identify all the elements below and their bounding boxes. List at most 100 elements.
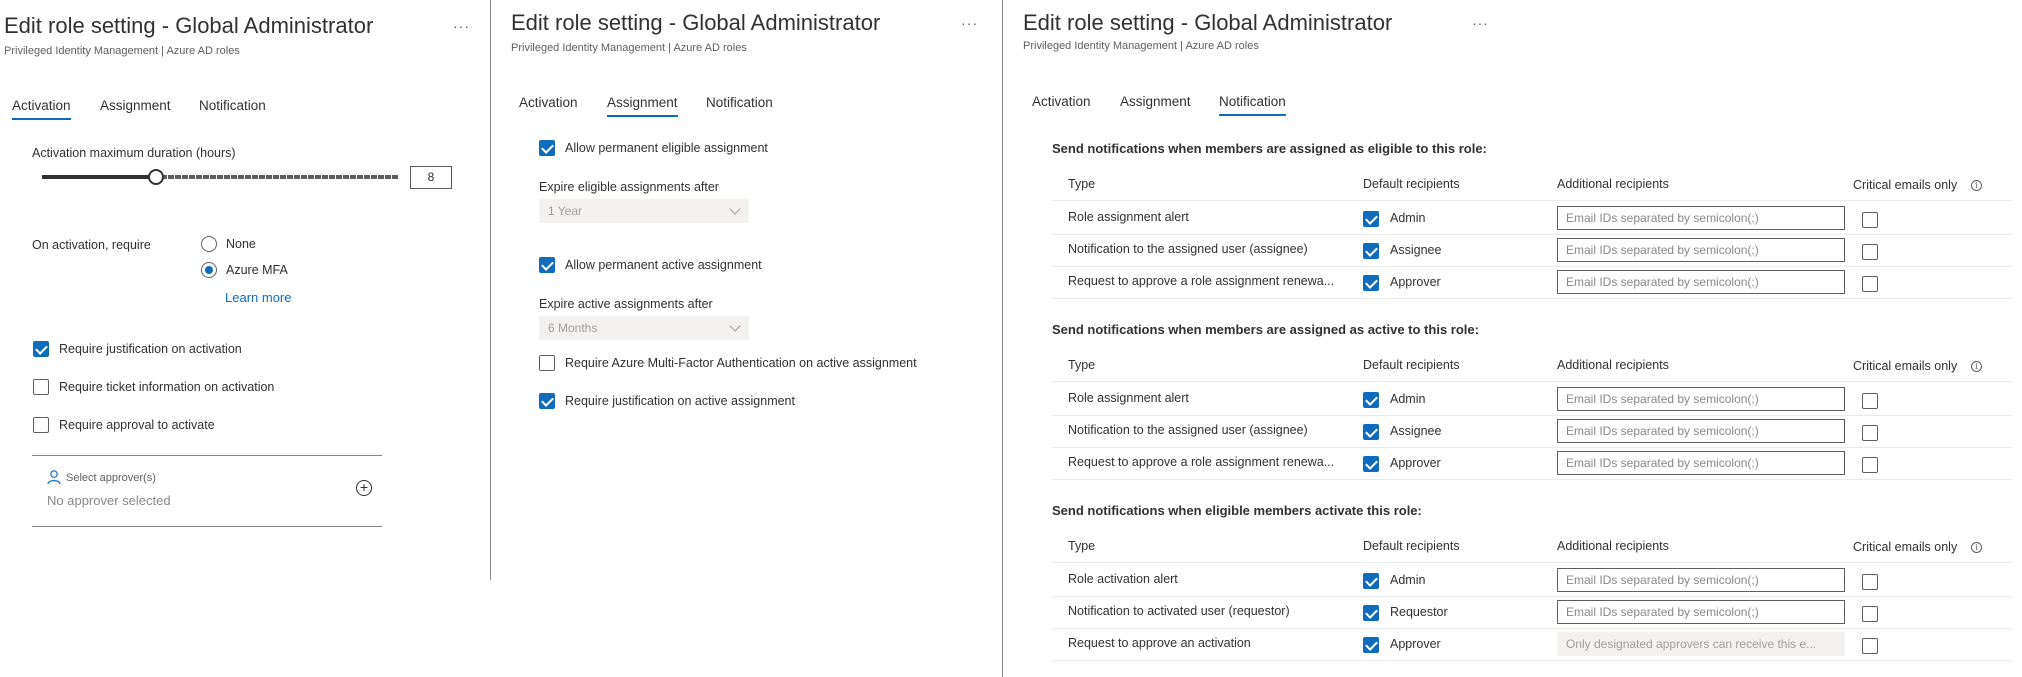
tab-notification[interactable]: Notification xyxy=(199,98,266,113)
critical-emails-checkbox[interactable] xyxy=(1862,574,1878,590)
breadcrumb-subtitle: Privileged Identity Management | Azure A… xyxy=(1023,40,1259,52)
tab-activation[interactable]: Activation xyxy=(12,98,71,120)
default-recipient-checkbox[interactable] xyxy=(1363,243,1379,259)
tab-activation[interactable]: Activation xyxy=(519,95,578,110)
row-divider xyxy=(1052,266,2012,267)
critical-emails-checkbox[interactable] xyxy=(1862,276,1878,292)
default-recipient-label: Requestor xyxy=(1390,605,1448,619)
notification-type: Notification to activated user (requesto… xyxy=(1068,604,1290,618)
require-ticket-checkbox[interactable] xyxy=(33,379,49,395)
assignment-panel: Edit role setting - Global Administrator… xyxy=(491,0,1003,677)
require-approval-checkbox[interactable] xyxy=(33,417,49,433)
approver-divider-bottom xyxy=(32,526,382,527)
critical-emails-checkbox[interactable] xyxy=(1862,606,1878,622)
header-divider xyxy=(1052,562,2012,563)
notification-type: Role assignment alert xyxy=(1068,391,1189,405)
more-options-button[interactable]: ··· xyxy=(453,18,470,34)
default-recipient-checkbox[interactable] xyxy=(1363,573,1379,589)
duration-label: Activation maximum duration (hours) xyxy=(32,146,236,160)
more-options-button[interactable]: ··· xyxy=(961,15,978,31)
critical-emails-checkbox[interactable] xyxy=(1862,212,1878,228)
page-title: Edit role setting - Global Administrator xyxy=(511,10,881,35)
activation-panel: Edit role setting - Global Administrator… xyxy=(0,0,491,677)
require-justification-checkbox[interactable] xyxy=(539,393,555,409)
default-recipient-label: Assignee xyxy=(1390,424,1442,438)
additional-recipients-input[interactable]: Email IDs separated by semicolon(;) xyxy=(1557,419,1845,443)
tab-notification[interactable]: Notification xyxy=(706,95,773,110)
tab-activation[interactable]: Activation xyxy=(1032,94,1091,109)
critical-emails-checkbox[interactable] xyxy=(1862,425,1878,441)
default-recipient-checkbox[interactable] xyxy=(1363,275,1379,291)
critical-emails-checkbox[interactable] xyxy=(1862,393,1878,409)
radio-azure-mfa[interactable] xyxy=(201,262,217,278)
critical-emails-checkbox[interactable] xyxy=(1862,244,1878,260)
approver-divider-top xyxy=(32,455,382,456)
default-recipient-checkbox[interactable] xyxy=(1363,392,1379,408)
default-recipient-checkbox[interactable] xyxy=(1363,605,1379,621)
additional-recipients-input[interactable]: Email IDs separated by semicolon(;) xyxy=(1557,387,1845,411)
tab-notification[interactable]: Notification xyxy=(1219,94,1286,116)
tab-assignment[interactable]: Assignment xyxy=(1120,94,1191,109)
notification-type: Request to approve a role assignment ren… xyxy=(1068,455,1335,469)
chevron-down-icon xyxy=(729,320,741,332)
column-header-type: Type xyxy=(1068,177,1096,191)
notification-panel: Edit role setting - Global Administrator… xyxy=(1003,0,2022,677)
row-divider xyxy=(1052,234,2012,235)
page-title: Edit role setting - Global Administrator xyxy=(4,13,374,38)
additional-recipients-input[interactable]: Email IDs separated by semicolon(;) xyxy=(1557,451,1845,475)
header-divider xyxy=(1052,381,2012,382)
critical-emails-checkbox[interactable] xyxy=(1862,457,1878,473)
default-recipient-checkbox[interactable] xyxy=(1363,637,1379,653)
expire-active-value: 6 Months xyxy=(548,321,598,335)
row-divider xyxy=(1052,415,2012,416)
default-recipient-checkbox[interactable] xyxy=(1363,211,1379,227)
default-recipient-checkbox[interactable] xyxy=(1363,424,1379,440)
tab-assignment[interactable]: Assignment xyxy=(607,95,678,117)
duration-slider-thumb[interactable] xyxy=(148,169,165,185)
notification-type: Notification to the assigned user (assig… xyxy=(1068,242,1308,256)
learn-more-link[interactable]: Learn more xyxy=(225,290,291,305)
column-header-critical-emails: Critical emails only xyxy=(1853,540,1958,554)
column-header-additional-recipients: Additional recipients xyxy=(1557,358,1669,372)
add-circle-icon[interactable]: + xyxy=(356,480,372,496)
radio-none[interactable] xyxy=(201,236,217,252)
allow-active-checkbox[interactable] xyxy=(539,257,555,273)
column-header-additional-recipients: Additional recipients xyxy=(1557,177,1669,191)
allow-eligible-checkbox[interactable] xyxy=(539,140,555,156)
default-recipient-label: Assignee xyxy=(1390,243,1442,257)
require-justification-checkbox[interactable] xyxy=(33,341,49,357)
default-recipient-checkbox[interactable] xyxy=(1363,456,1379,472)
additional-recipients-input[interactable]: Email IDs separated by semicolon(;) xyxy=(1557,238,1845,262)
allow-eligible-label: Allow permanent eligible assignment xyxy=(565,141,768,155)
additional-recipients-input[interactable]: Email IDs separated by semicolon(;) xyxy=(1557,568,1845,592)
more-options-button[interactable]: ··· xyxy=(1472,15,1489,31)
critical-emails-checkbox[interactable] xyxy=(1862,638,1878,654)
info-icon[interactable]: i xyxy=(1971,180,1982,191)
expire-eligible-value: 1 Year xyxy=(548,204,583,218)
additional-recipients-input[interactable]: Email IDs separated by semicolon(;) xyxy=(1557,206,1845,230)
expire-active-dropdown[interactable]: 6 Months xyxy=(539,316,749,340)
duration-input[interactable]: 8 xyxy=(410,166,452,189)
require-approval-label: Require approval to activate xyxy=(59,418,215,432)
require-justification-label: Require justification on active assignme… xyxy=(565,394,795,408)
expire-eligible-dropdown[interactable]: 1 Year xyxy=(539,199,749,223)
column-header-critical-emails: Critical emails only xyxy=(1853,178,1958,192)
require-mfa-checkbox[interactable] xyxy=(539,355,555,371)
default-recipient-label: Approver xyxy=(1390,275,1441,289)
expire-active-label: Expire active assignments after xyxy=(539,297,713,311)
require-justification-label: Require justification on activation xyxy=(59,342,242,356)
additional-recipients-input[interactable]: Email IDs separated by semicolon(;) xyxy=(1557,270,1845,294)
row-divider xyxy=(1052,660,2012,661)
info-icon[interactable]: i xyxy=(1971,361,1982,372)
tab-assignment[interactable]: Assignment xyxy=(100,98,171,113)
notification-type: Role activation alert xyxy=(1068,572,1178,586)
info-icon[interactable]: i xyxy=(1971,542,1982,553)
approver-value: No approver selected xyxy=(47,493,171,508)
select-approver-label[interactable]: Select approver(s) xyxy=(66,472,156,484)
default-recipient-label: Admin xyxy=(1390,211,1426,225)
notification-type: Request to approve a role assignment ren… xyxy=(1068,274,1335,288)
column-header-type: Type xyxy=(1068,358,1096,372)
additional-recipients-input[interactable]: Email IDs separated by semicolon(;) xyxy=(1557,600,1845,624)
require-label: On activation, require xyxy=(32,238,151,252)
column-header-default-recipients: Default recipients xyxy=(1363,539,1460,553)
